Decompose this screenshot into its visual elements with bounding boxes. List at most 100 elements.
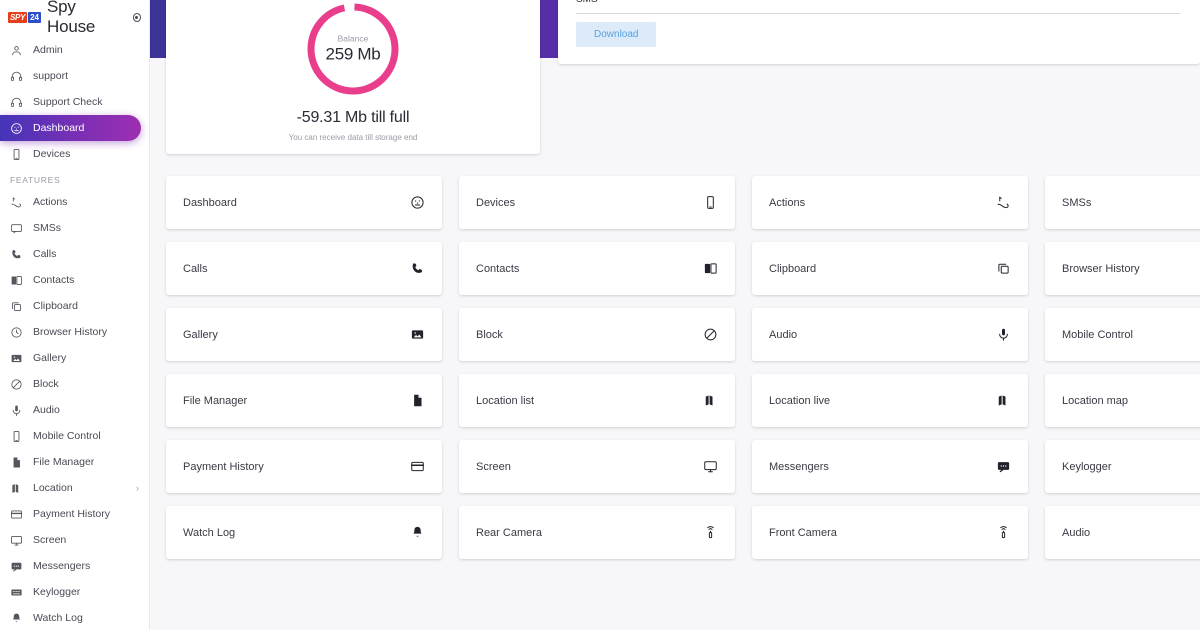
sidebar-item-label: Support Check (33, 96, 103, 108)
mobile-icon (702, 195, 718, 211)
feature-tile-label: Payment History (183, 460, 264, 473)
sidebar-item-label: Clipboard (33, 300, 78, 312)
feature-tile-label: Actions (769, 196, 806, 209)
feature-tile-file-manager[interactable]: File Manager (166, 374, 442, 427)
chat-dots-icon (10, 560, 23, 573)
sidebar-item-support-check[interactable]: Support Check (0, 89, 149, 115)
feature-tile-calls[interactable]: Calls (166, 242, 442, 295)
feature-tile-browser-history[interactable]: Browser History (1045, 242, 1200, 295)
feature-tile-watch-log[interactable]: Watch Log (166, 506, 442, 559)
copy-icon (995, 261, 1011, 277)
feature-tile-location-map[interactable]: Location map (1045, 374, 1200, 427)
feature-tile-contacts[interactable]: Contacts (459, 242, 735, 295)
feature-tile-label: Keylogger (1062, 460, 1112, 473)
feature-tile-keylogger[interactable]: Keylogger (1045, 440, 1200, 493)
feature-tile-devices[interactable]: Devices (459, 176, 735, 229)
sidebar-item-contacts[interactable]: Contacts (0, 267, 149, 293)
brand-title: Spy House (47, 0, 96, 36)
sidebar-item-browser-history[interactable]: Browser History (0, 319, 149, 345)
sidebar-item-label: Payment History (33, 508, 111, 520)
sidebar-section-label: FEATURES (10, 175, 61, 185)
logo-24-text: 24 (28, 11, 42, 23)
sidebar-item-label: Devices (33, 148, 71, 160)
feature-tile-payment-history[interactable]: Payment History (166, 440, 442, 493)
sidebar-item-label: Messengers (33, 560, 91, 572)
sidebar-item-smss[interactable]: SMSs (0, 215, 149, 241)
user-icon (10, 44, 23, 57)
feature-tile-audio[interactable]: Audio (752, 308, 1028, 361)
feature-tile-actions[interactable]: Actions (752, 176, 1028, 229)
sidebar-item-gallery[interactable]: Gallery (0, 345, 149, 371)
app-root: SPY 24 Spy House Admin support Support Chec… (0, 0, 1200, 630)
chevron-right-icon: › (136, 483, 139, 493)
feature-tile-smss[interactable]: SMSs (1045, 176, 1200, 229)
monitor-icon (702, 459, 718, 475)
sidebar-item-messengers[interactable]: Messengers (0, 553, 149, 579)
sidebar-item-dashboard[interactable]: Dashboard (0, 115, 141, 141)
sidebar-item-admin[interactable]: Admin (0, 37, 149, 63)
credit-card-icon (409, 459, 425, 475)
feature-tile-mobile-control[interactable]: Mobile Control (1045, 308, 1200, 361)
export-download-button[interactable]: Download (576, 22, 657, 47)
sidebar-item-label: Screen (33, 534, 67, 546)
sidebar-item-location[interactable]: Location › (0, 475, 149, 501)
sidebar-item-clipboard[interactable]: Clipboard (0, 293, 149, 319)
map-icon (995, 393, 1011, 409)
camera-tower-icon (702, 525, 718, 541)
sidebar-item-screen[interactable]: Screen (0, 527, 149, 553)
map-icon (10, 482, 23, 495)
sidebar-item-label: Watch Log (33, 612, 83, 624)
feature-tile-label: Block (476, 328, 503, 341)
feature-tile-screen[interactable]: Screen (459, 440, 735, 493)
feature-tile-location-list[interactable]: Location list (459, 374, 735, 427)
sidebar-item-actions[interactable]: Actions (0, 189, 149, 215)
actions-icon (995, 195, 1011, 211)
feature-tile-rear-camera[interactable]: Rear Camera (459, 506, 735, 559)
feature-tile-clipboard[interactable]: Clipboard (752, 242, 1028, 295)
feature-tile-label: Front Camera (769, 526, 837, 539)
feature-tile-messengers[interactable]: Messengers (752, 440, 1028, 493)
sidebar-item-label: Contacts (33, 274, 75, 286)
sidebar-item-watch-log[interactable]: Watch Log (0, 605, 149, 630)
microphone-icon (10, 404, 23, 417)
sidebar-item-support[interactable]: support (0, 63, 149, 89)
sidebar-item-keylogger[interactable]: Keylogger (0, 579, 149, 605)
sidebar-item-label: Browser History (33, 326, 108, 338)
block-icon (10, 378, 23, 391)
sidebar-item-payment-history[interactable]: Payment History (0, 501, 149, 527)
feature-tile-label: Watch Log (183, 526, 236, 539)
feature-tiles-grid: Dashboard Devices Actions SMSs Calls Contacts… (150, 176, 1200, 559)
sidebar-item-file-manager[interactable]: File Manager (0, 449, 149, 475)
phone-icon (409, 261, 425, 277)
export-card: Export SMS Download (558, 0, 1200, 64)
storage-balance-value: 259 Mb (325, 44, 381, 64)
export-type-select[interactable]: SMS (576, 0, 1180, 14)
feature-tile-dashboard[interactable]: Dashboard (166, 176, 442, 229)
book-icon (702, 261, 718, 277)
sidebar-item-mobile-control[interactable]: Mobile Control (0, 423, 149, 449)
sidebar-item-audio[interactable]: Audio (0, 397, 149, 423)
camera-tower-icon (995, 525, 1011, 541)
sidebar-item-calls[interactable]: Calls (0, 241, 149, 267)
storage-donut-label: Balance 259 Mb (303, 34, 403, 65)
sidebar-item-label: Audio (33, 404, 60, 416)
feature-tile-label: Contacts (476, 262, 520, 275)
feature-tile-gallery[interactable]: Gallery (166, 308, 442, 361)
map-icon (702, 393, 718, 409)
feature-tile-label: Location map (1062, 394, 1129, 407)
sidebar-item-label: Actions (33, 196, 68, 208)
actions-icon (10, 196, 23, 209)
sidebar-item-devices[interactable]: Devices (0, 141, 149, 167)
keyboard-icon (10, 586, 23, 599)
feature-tile-audio[interactable]: Audio (1045, 506, 1200, 559)
credit-card-icon (10, 508, 23, 521)
sidebar-item-block[interactable]: Block (0, 371, 149, 397)
feature-tile-location-live[interactable]: Location live (752, 374, 1028, 427)
feature-tile-block[interactable]: Block (459, 308, 735, 361)
storage-till-full-note: You can receive data till storage end (288, 133, 418, 142)
block-icon (702, 327, 718, 343)
sidebar-item-label: Mobile Control (33, 430, 101, 442)
storage-donut-chart: Balance 259 Mb (303, 0, 403, 99)
dashboard-face-icon (10, 122, 23, 135)
feature-tile-front-camera[interactable]: Front Camera (752, 506, 1028, 559)
